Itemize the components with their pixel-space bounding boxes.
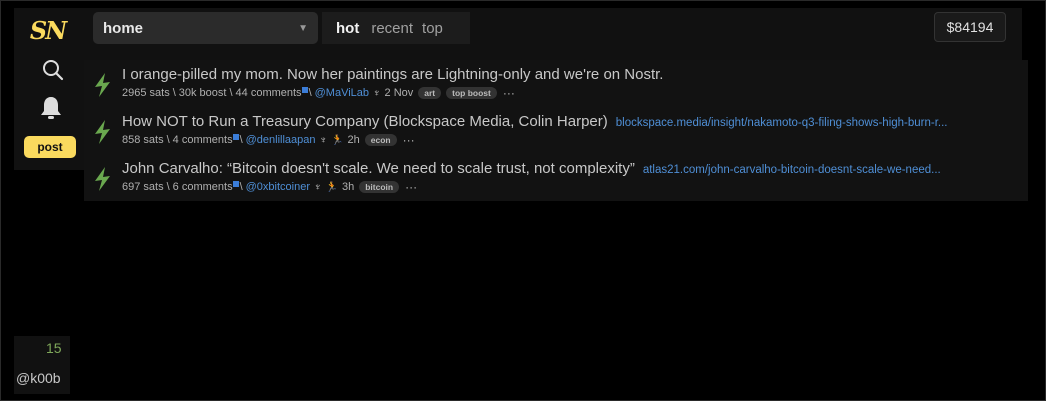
tag-badge[interactable]: bitcoin xyxy=(359,181,400,193)
item-comments[interactable]: 6 comments xyxy=(173,181,233,193)
territory-value: home xyxy=(103,19,144,37)
more-icon[interactable]: ··· xyxy=(405,180,417,194)
zap-icon[interactable] xyxy=(92,72,112,98)
chevron-down-icon: ▼ xyxy=(298,22,308,34)
item-time[interactable]: 2 Nov xyxy=(385,87,414,99)
more-icon[interactable]: ··· xyxy=(503,86,515,100)
item-meta: 697 sats \ 6 comments \ @0xbitcoiner ♆ 🏃 … xyxy=(122,180,418,194)
item-meta: 2965 sats \ 30k boost \ 44 comments \ @MaV… xyxy=(122,86,515,100)
logo[interactable]: SN xyxy=(20,10,75,50)
tab-hot[interactable]: hot xyxy=(336,20,359,37)
runner-icon: 🏃 xyxy=(331,134,344,146)
wallet-balance[interactable]: 15 xyxy=(46,340,62,356)
item-meta: 858 sats \ 4 comments \ @denlillaapan ♆ 🏃… xyxy=(122,133,415,147)
item-user[interactable]: @MaViLab xyxy=(315,87,369,99)
territory-select[interactable]: home ▼ xyxy=(93,12,318,44)
item-sats: 858 sats xyxy=(122,134,164,146)
tag-badge[interactable]: art xyxy=(418,87,442,99)
item-link[interactable]: atlas21.com/john-carvalho-bitcoin-doesnt… xyxy=(643,164,941,176)
post-button[interactable]: post xyxy=(24,136,76,158)
item-user[interactable]: @0xbitcoiner xyxy=(246,181,310,193)
sort-tabs: hot recent top xyxy=(322,12,470,44)
tag-badge[interactable]: top boost xyxy=(446,87,497,99)
cowboy-hat-icon: ♆ xyxy=(373,87,381,99)
more-icon[interactable]: ··· xyxy=(403,133,415,147)
item-title[interactable]: John Carvalho: “Bitcoin doesn't scale. W… xyxy=(122,160,635,177)
new-comments-marker xyxy=(232,181,239,187)
item-time[interactable]: 2h xyxy=(347,134,359,146)
tag-badge[interactable]: econ xyxy=(364,134,397,146)
new-comments-marker xyxy=(232,134,239,140)
item-sats: 2965 sats xyxy=(122,87,170,99)
zap-icon[interactable] xyxy=(92,119,112,145)
item-link[interactable]: blockspace.media/insight/nakamoto-q3-fil… xyxy=(616,117,948,129)
cowboy-hat-icon: ♆ xyxy=(319,134,328,146)
tab-top[interactable]: top xyxy=(422,20,443,37)
zap-icon[interactable] xyxy=(92,166,112,192)
cowboy-hat-icon: ♆ xyxy=(314,181,322,193)
item-title[interactable]: How NOT to Run a Treasury Company (Block… xyxy=(122,113,608,130)
item-title[interactable]: I orange-pilled my mom. Now her painting… xyxy=(122,66,663,83)
item-boost: 30k boost xyxy=(178,87,227,99)
item-time[interactable]: 3h xyxy=(342,181,354,193)
item-comments[interactable]: 44 comments xyxy=(236,87,302,99)
item-comments[interactable]: 4 comments xyxy=(173,134,233,146)
runner-icon: 🏃 xyxy=(325,181,338,193)
item-sats: 697 sats xyxy=(122,181,164,193)
search-icon[interactable] xyxy=(40,57,66,83)
btc-price[interactable]: $84194 xyxy=(934,12,1006,42)
user-nym[interactable]: @k00b xyxy=(16,370,61,386)
new-comments-marker xyxy=(301,87,308,93)
bell-icon[interactable] xyxy=(38,94,64,122)
item-user[interactable]: @denlillaapan xyxy=(246,134,316,146)
tab-recent[interactable]: recent xyxy=(371,20,413,37)
